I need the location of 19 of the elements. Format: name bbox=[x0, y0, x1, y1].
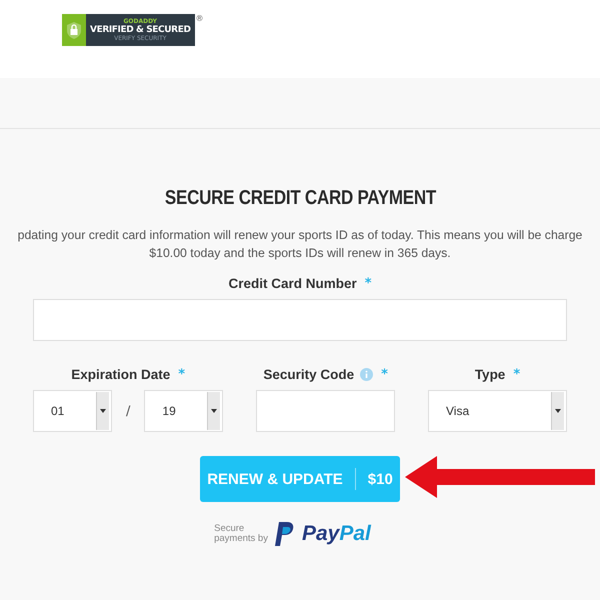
page-heading: SECURE CREDIT CARD PAYMENT bbox=[164, 187, 436, 210]
paypal-logo: PayPal bbox=[302, 522, 371, 546]
month-select[interactable]: 01 bbox=[33, 390, 112, 432]
secure-payments-caption: Secure payments by bbox=[214, 524, 268, 544]
field-label: Security Code bbox=[263, 367, 354, 382]
intro-text: $10.00 today and the sports IDs will renew in 365 days. bbox=[149, 245, 451, 262]
required-mark: * bbox=[364, 276, 372, 291]
card-type-select[interactable]: Visa bbox=[428, 390, 567, 432]
field-label: Credit Card Number bbox=[228, 276, 357, 291]
required-mark: * bbox=[513, 367, 520, 382]
registered-mark: ® bbox=[196, 14, 204, 23]
intro-text: pdating your credit card information will renew your sports ID as of today. This means you will be charge bbox=[18, 227, 582, 244]
required-mark: * bbox=[178, 367, 186, 382]
year-select[interactable]: 19 bbox=[144, 390, 224, 432]
field-label: Type bbox=[474, 367, 506, 382]
badge-title: VERIFIED & SECURED bbox=[90, 26, 191, 34]
date-separator: / bbox=[126, 404, 130, 418]
required-mark: * bbox=[381, 367, 388, 382]
field-label: Expiration Date bbox=[71, 367, 170, 382]
